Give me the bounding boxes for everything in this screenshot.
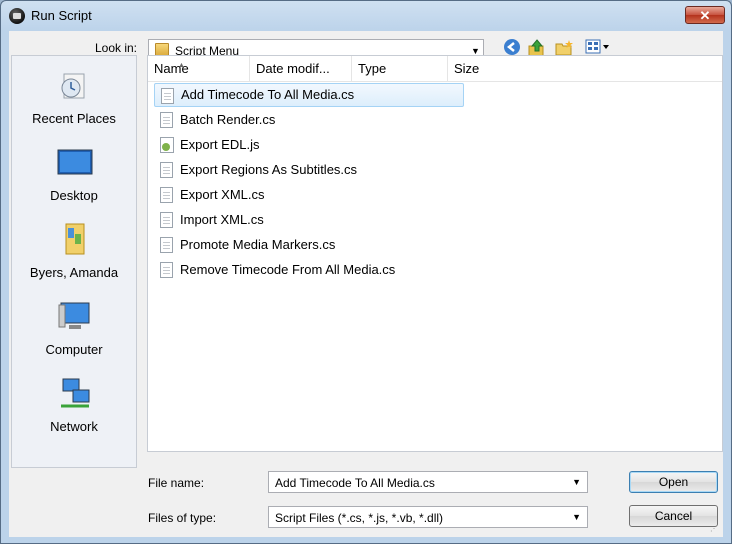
place-label: Byers, Amanda	[29, 265, 119, 280]
place-recent-places[interactable]: Recent Places	[12, 64, 138, 134]
file-icon	[161, 88, 174, 104]
script-file-icon	[160, 137, 174, 153]
file-icon	[160, 212, 173, 228]
sort-ascending-icon: ▲	[178, 62, 185, 69]
chevron-down-icon[interactable]: ▼	[572, 512, 581, 522]
column-header-size[interactable]: Size	[448, 56, 520, 81]
place-desktop[interactable]: Desktop	[12, 141, 138, 211]
look-in-label: Look in:	[94, 41, 137, 55]
dialog-window: Run Script ✕ Look in: Script Menu ▼ Rece…	[0, 0, 732, 544]
place-user-folder[interactable]: Byers, Amanda	[12, 218, 138, 288]
places-bar: Recent Places Desktop Byers, Amanda Comp…	[11, 55, 137, 468]
column-label: Type	[358, 61, 387, 76]
file-icon	[160, 162, 173, 178]
list-item[interactable]: Import XML.cs	[154, 208, 264, 232]
list-item[interactable]: Export Regions As Subtitles.cs	[154, 158, 357, 182]
chevron-down-icon[interactable]: ▼	[572, 477, 581, 487]
file-name: Promote Media Markers.cs	[180, 237, 336, 252]
column-header-type[interactable]: Type	[352, 56, 448, 81]
file-type-select[interactable]: Script Files (*.cs, *.js, *.vb, *.dll) ▼	[268, 506, 588, 528]
cancel-button[interactable]: Cancel	[629, 505, 718, 527]
file-name-field[interactable]: Add Timecode To All Media.cs ▼	[268, 471, 588, 493]
file-type-value: Script Files (*.cs, *.js, *.vb, *.dll)	[275, 511, 444, 525]
list-item[interactable]: Add Timecode To All Media.cs	[154, 83, 464, 107]
list-item[interactable]: Export EDL.js	[154, 133, 259, 157]
computer-icon	[57, 299, 93, 336]
column-header-date[interactable]: Date modif...	[250, 56, 352, 81]
place-label: Computer	[45, 342, 103, 357]
close-icon: ✕	[699, 8, 711, 23]
place-network[interactable]: Network	[12, 372, 138, 442]
list-item[interactable]: Remove Timecode From All Media.cs	[154, 258, 395, 282]
file-icon	[160, 262, 173, 278]
column-headers: ▲ Name Date modif... Type Size	[148, 56, 722, 82]
desktop-icon	[56, 147, 94, 184]
place-computer[interactable]: Computer	[12, 295, 138, 365]
file-name: Export EDL.js	[180, 137, 260, 152]
list-item[interactable]: Batch Render.cs	[154, 108, 275, 132]
network-icon	[57, 376, 93, 413]
place-label: Recent Places	[32, 111, 116, 126]
column-label: Date modif...	[256, 61, 330, 76]
file-name-value: Add Timecode To All Media.cs	[275, 476, 435, 490]
file-icon	[160, 112, 173, 128]
file-name: Import XML.cs	[180, 212, 264, 227]
file-icon	[160, 237, 173, 253]
close-button[interactable]: ✕	[685, 6, 725, 24]
place-label: Network	[50, 419, 98, 434]
file-name: Export Regions As Subtitles.cs	[180, 162, 358, 177]
file-name: Export XML.cs	[180, 187, 265, 202]
file-name-label: File name:	[148, 476, 205, 490]
file-list[interactable]: ▲ Name Date modif... Type Size Add Timec…	[147, 55, 723, 452]
resize-grip[interactable]: ⋰	[710, 524, 720, 534]
file-type-label: Files of type:	[148, 511, 217, 525]
user-folder-icon	[58, 222, 92, 261]
file-name: Batch Render.cs	[180, 112, 276, 127]
file-name: Remove Timecode From All Media.cs	[180, 262, 396, 277]
window-title: Run Script	[31, 8, 92, 23]
app-icon	[9, 8, 25, 24]
file-name: Add Timecode To All Media.cs	[181, 87, 355, 102]
file-icon	[160, 187, 173, 203]
list-item[interactable]: Promote Media Markers.cs	[154, 233, 335, 257]
column-header-name[interactable]: ▲ Name	[148, 56, 250, 81]
place-label: Desktop	[50, 188, 98, 203]
title-bar[interactable]: Run Script ✕	[1, 1, 731, 31]
recent-places-icon	[58, 70, 92, 107]
list-item[interactable]: Export XML.cs	[154, 183, 265, 207]
dialog-client: Look in: Script Menu ▼ Recent Places Des…	[9, 31, 723, 537]
column-label: Size	[454, 61, 480, 76]
open-button[interactable]: Open	[629, 471, 718, 493]
